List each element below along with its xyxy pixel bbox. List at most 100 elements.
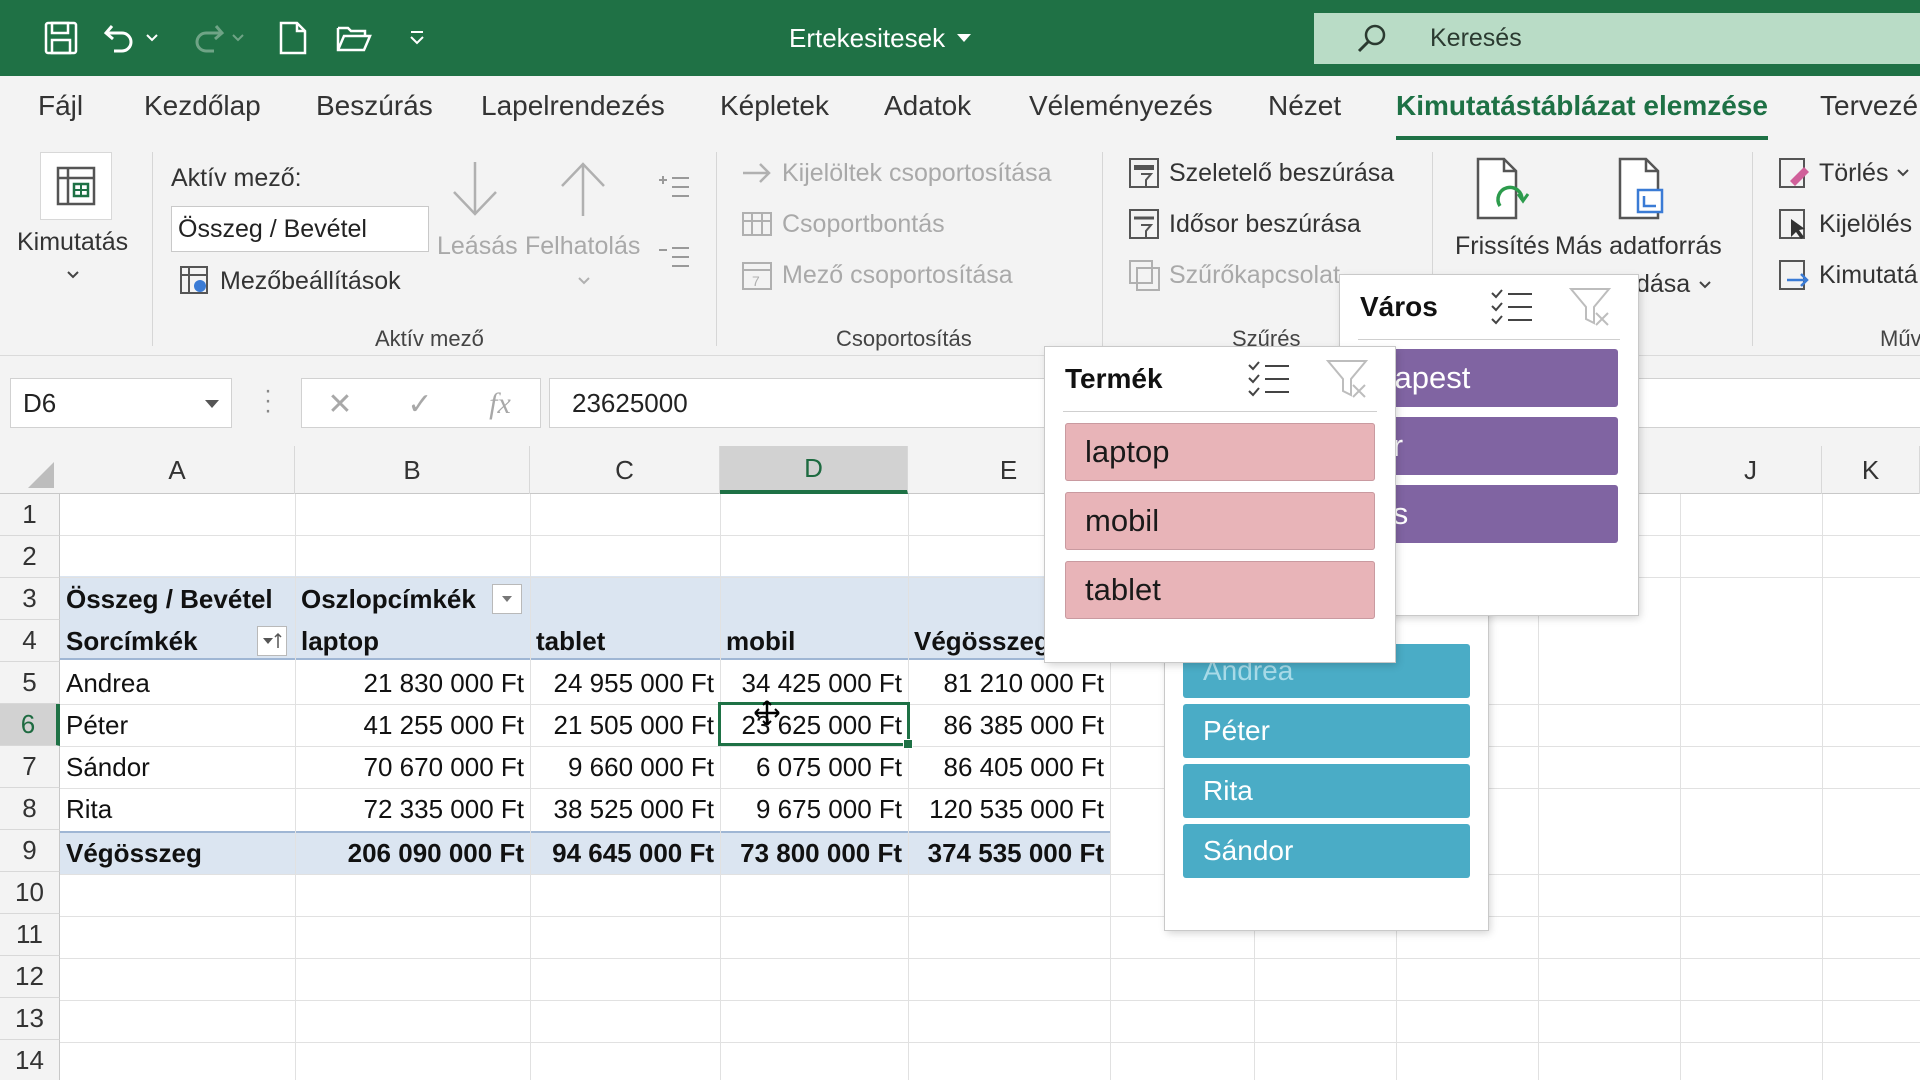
tab-view[interactable]: Nézet — [1268, 90, 1341, 122]
refresh-icon[interactable] — [1474, 156, 1530, 226]
row-header-10[interactable]: 10 — [0, 872, 60, 914]
pivot-row-label[interactable]: Andrea — [60, 662, 150, 704]
tab-insert[interactable]: Beszúrás — [316, 90, 433, 122]
row-header-1[interactable]: 1 — [0, 494, 60, 536]
row-header-7[interactable]: 7 — [0, 746, 60, 788]
pivot-grand-total-cell[interactable]: 374 535 000 Ft — [908, 832, 1110, 874]
pivot-value-cell[interactable]: 72 335 000 Ft — [295, 788, 530, 830]
change-data-source-button[interactable]: Más adatforrás — [1555, 232, 1722, 261]
select-button[interactable]: Kijelölés — [1777, 207, 1912, 241]
name-box[interactable]: D6 — [10, 378, 232, 428]
column-header-b[interactable]: B — [295, 446, 530, 494]
row-header-3[interactable]: 3 — [0, 578, 60, 620]
pivot-value-cell[interactable]: 24 955 000 Ft — [530, 662, 720, 704]
select-all-corner[interactable] — [0, 446, 60, 494]
row-header-6[interactable]: 6 — [0, 704, 60, 746]
refresh-button[interactable]: Frissítés — [1455, 232, 1549, 261]
active-field-input[interactable]: Összeg / Bevétel — [171, 206, 429, 252]
column-header-c[interactable]: C — [530, 446, 720, 494]
cancel-icon[interactable]: ✕ — [320, 385, 360, 423]
row-header-5[interactable]: 5 — [0, 662, 60, 704]
row-header-14[interactable]: 14 — [0, 1040, 60, 1080]
pivot-total-cell[interactable]: 120 535 000 Ft — [908, 788, 1110, 830]
tab-pivottable-analyze[interactable]: Kimutatástáblázat elemzése — [1396, 90, 1768, 140]
pivot-value-cell[interactable]: 6 075 000 Ft — [720, 746, 908, 788]
pivot-header-total[interactable]: Végösszeg — [908, 620, 1048, 662]
pivot-value-cell[interactable]: 38 525 000 Ft — [530, 788, 720, 830]
row-filter-sort-icon[interactable] — [257, 626, 287, 656]
expand-field-icon[interactable] — [656, 174, 692, 200]
pivot-total-cell[interactable]: 86 405 000 Ft — [908, 746, 1110, 788]
pivottable-icon[interactable] — [40, 152, 112, 220]
column-header-k[interactable]: K — [1822, 446, 1920, 494]
tab-review[interactable]: Véleményezés — [1029, 90, 1213, 122]
pivot-total-cell[interactable]: 86 385 000 Ft — [908, 704, 1110, 746]
pivot-row-label[interactable]: Péter — [60, 704, 128, 746]
new-file-icon[interactable] — [272, 17, 314, 59]
row-header-8[interactable]: 8 — [0, 788, 60, 830]
column-header-d[interactable]: D — [720, 446, 908, 494]
group-selection-button[interactable]: Kijelöltek csoportosítása — [740, 156, 1052, 190]
pivot-header-mobil[interactable]: mobil — [720, 620, 795, 662]
clear-button[interactable]: Törlés — [1777, 156, 1910, 190]
chevron-down-icon[interactable] — [577, 276, 591, 286]
drill-down-button[interactable]: Leásás — [437, 232, 518, 261]
redo-dropdown-chevron-icon[interactable] — [226, 17, 250, 59]
pivot-total-cell[interactable]: 81 210 000 Ft — [908, 662, 1110, 704]
pivot-grand-total-cell[interactable]: 206 090 000 Ft — [295, 832, 530, 874]
row-header-2[interactable]: 2 — [0, 536, 60, 578]
row-header-13[interactable]: 13 — [0, 998, 60, 1040]
name-slicer-item-peter[interactable]: Péter — [1183, 704, 1470, 758]
pivot-row-labels[interactable]: Sorcímkék — [60, 620, 198, 662]
multi-select-icon[interactable] — [1247, 359, 1291, 399]
field-settings-button[interactable]: Mezőbeállítások — [178, 264, 401, 298]
row-header-12[interactable]: 12 — [0, 956, 60, 998]
ungroup-button[interactable]: Csoportbontás — [740, 207, 945, 241]
pivot-value-cell[interactable]: 21 505 000 Ft — [530, 704, 720, 746]
row-header-9[interactable]: 9 — [0, 830, 60, 872]
pivot-header-tablet[interactable]: tablet — [530, 620, 605, 662]
pivot-grand-total-cell[interactable]: 94 645 000 Ft — [530, 832, 720, 874]
pivot-value-cell[interactable]: 21 830 000 Ft — [295, 662, 530, 704]
tab-design[interactable]: Tervezé — [1820, 90, 1918, 122]
pivot-header-laptop[interactable]: laptop — [295, 620, 379, 662]
product-slicer[interactable]: Termék laptop mobil tablet — [1045, 347, 1395, 662]
column-filter-dropdown-icon[interactable] — [492, 584, 522, 614]
row-header-11[interactable]: 11 — [0, 914, 60, 956]
pivot-value-cell-selected[interactable]: 23 625 000 Ft — [720, 704, 908, 746]
pivot-value-header[interactable]: Összeg / Bevétel — [60, 578, 273, 620]
move-pivottable-button[interactable]: Kimutatá — [1777, 258, 1918, 292]
column-header-a[interactable]: A — [60, 446, 295, 494]
redo-icon[interactable] — [186, 17, 228, 59]
pivot-value-cell[interactable]: 70 670 000 Ft — [295, 746, 530, 788]
open-folder-icon[interactable] — [333, 17, 375, 59]
search-box[interactable]: Keresés — [1314, 13, 1920, 64]
pivottable-button[interactable]: Kimutatás — [17, 228, 128, 257]
pivot-grand-total-cell[interactable]: 73 800 000 Ft — [720, 832, 908, 874]
undo-dropdown-chevron-icon[interactable] — [140, 17, 164, 59]
more-options-icon[interactable]: · · · — [264, 379, 272, 423]
product-slicer-item-laptop[interactable]: laptop — [1065, 423, 1375, 481]
document-title[interactable]: Ertekesitesek — [789, 20, 972, 56]
pivot-column-labels[interactable]: Oszlopcímkék — [295, 578, 476, 620]
pivot-value-cell[interactable]: 9 660 000 Ft — [530, 746, 720, 788]
tab-page-layout[interactable]: Lapelrendezés — [481, 90, 665, 122]
group-field-button[interactable]: 7 Mező csoportosítása — [740, 258, 1013, 292]
enter-check-icon[interactable]: ✓ — [400, 385, 440, 423]
pivot-row-label[interactable]: Sándor — [60, 746, 150, 788]
insert-function-icon[interactable]: fx — [480, 385, 520, 423]
tab-file[interactable]: Fájl — [38, 90, 83, 122]
chevron-down-icon[interactable] — [66, 270, 80, 280]
save-icon[interactable] — [40, 17, 82, 59]
clear-filter-icon[interactable] — [1568, 285, 1612, 329]
insert-timeline-button[interactable]: Idősor beszúrása — [1127, 207, 1361, 241]
tab-data[interactable]: Adatok — [884, 90, 971, 122]
product-slicer-item-tablet[interactable]: tablet — [1065, 561, 1375, 619]
tab-formulas[interactable]: Képletek — [720, 90, 829, 122]
undo-icon[interactable] — [100, 17, 142, 59]
pivot-row-label[interactable]: Rita — [60, 788, 112, 830]
change-data-source-line2[interactable]: dása — [1636, 270, 1712, 299]
name-slicer-item-sandor[interactable]: Sándor — [1183, 824, 1470, 878]
column-header-j[interactable]: J — [1680, 446, 1822, 494]
filter-connections-button[interactable]: Szűrőkapcsolat — [1127, 258, 1340, 292]
